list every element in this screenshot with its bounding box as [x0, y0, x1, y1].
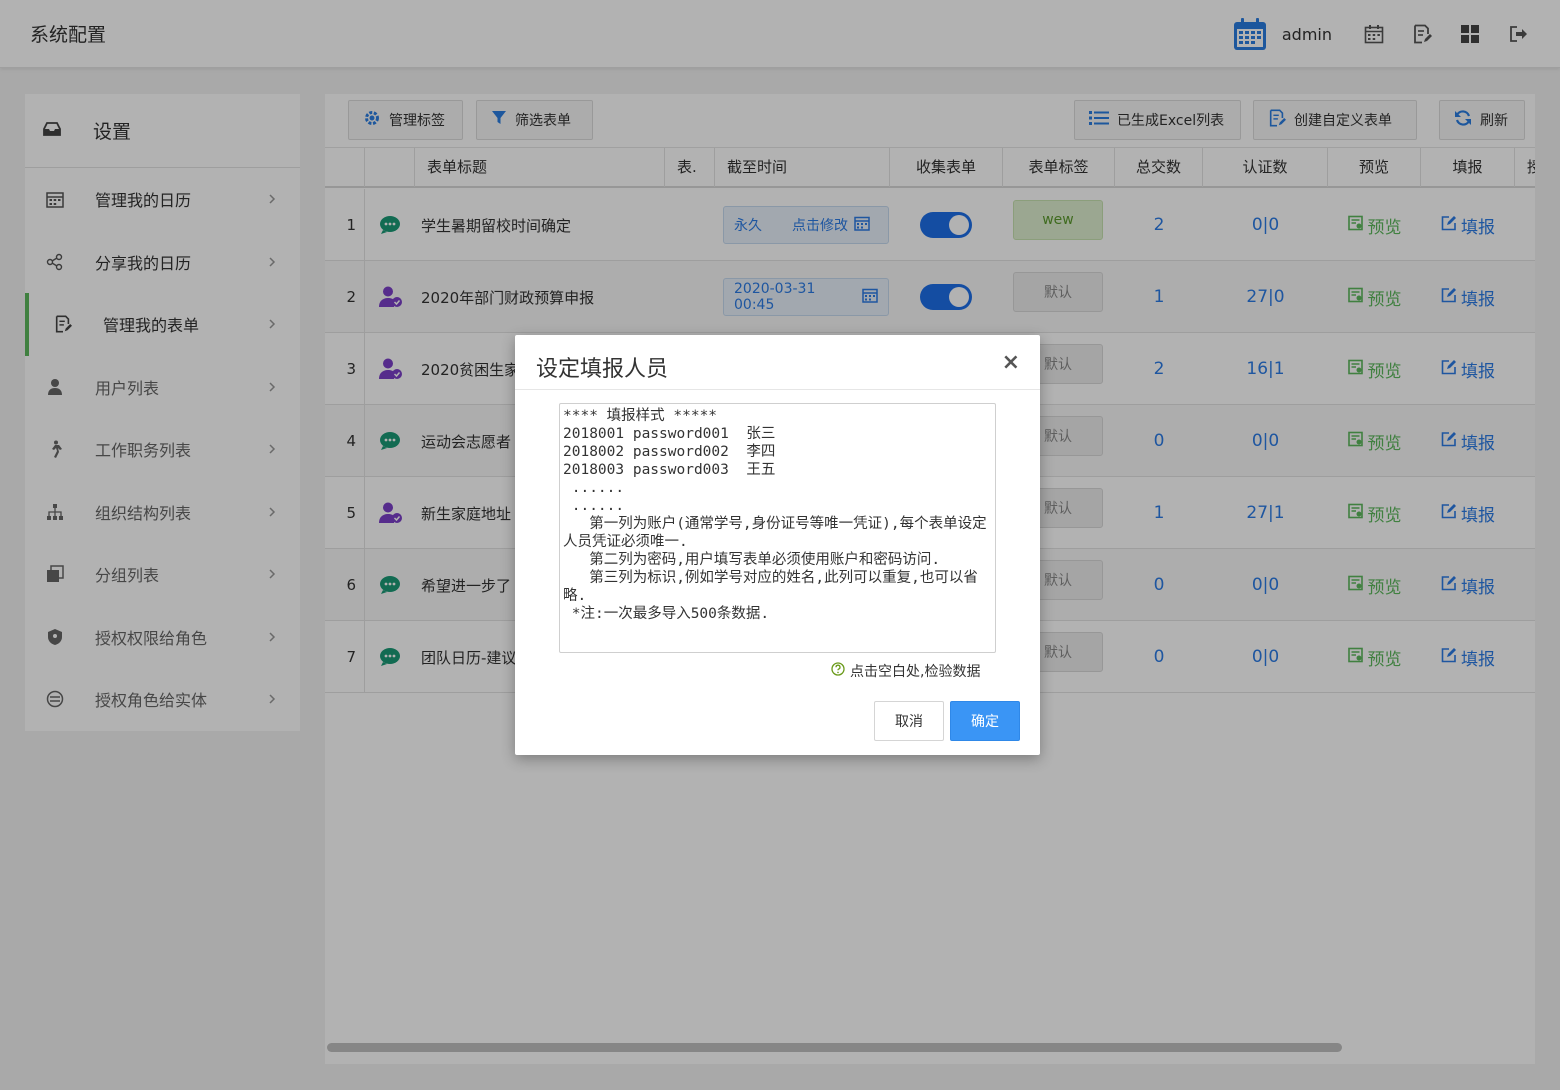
- validate-hint: 点击空白处,检验数据: [831, 661, 980, 681]
- dialog-title: 设定填报人员: [536, 357, 669, 382]
- close-icon[interactable]: ×: [1002, 350, 1020, 375]
- cancel-button[interactable]: 取消: [874, 701, 944, 741]
- fillers-textarea[interactable]: **** 填报样式 ***** 2018001 password001 张三 2…: [559, 403, 996, 653]
- confirm-button[interactable]: 确定: [950, 701, 1020, 741]
- help-icon: [831, 662, 845, 680]
- set-fillers-dialog: 设定填报人员 × **** 填报样式 ***** 2018001 passwor…: [515, 335, 1040, 755]
- dialog-divider: [515, 389, 1040, 390]
